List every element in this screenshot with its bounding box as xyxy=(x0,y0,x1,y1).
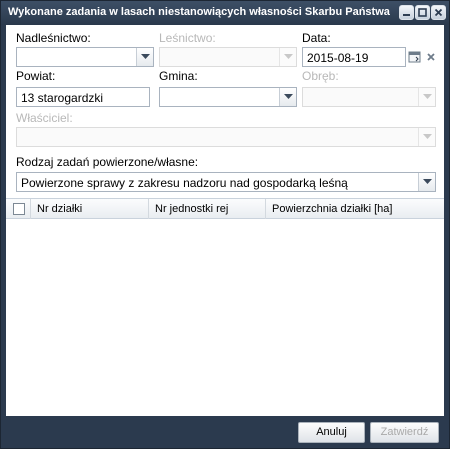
gmina-select[interactable] xyxy=(159,87,297,107)
lesnictwo-label: Leśnictwo: xyxy=(159,31,216,45)
confirm-button: Zatwierdź xyxy=(370,422,439,443)
grid-header: Nr działki Nr jednostki rej Powierzchnia… xyxy=(6,199,444,219)
plots-grid: Nr działki Nr jednostki rej Powierzchnia… xyxy=(6,198,444,416)
cancel-button[interactable]: Anuluj xyxy=(298,422,365,443)
close-icon xyxy=(434,8,443,17)
calendar-icon[interactable] xyxy=(408,50,422,64)
obreb-label: Obręb: xyxy=(302,69,339,83)
form-panel: Nadleśnictwo: Leśnictwo: Data: 2015-08-1… xyxy=(6,25,444,416)
powiat-label: Powiat: xyxy=(16,69,56,83)
wlasciciel-select xyxy=(16,127,436,147)
rodzaj-select[interactable]: Powierzone sprawy z zakresu nadzoru nad … xyxy=(16,172,436,192)
select-all-checkbox[interactable] xyxy=(13,203,25,215)
rodzaj-label: Rodzaj zadań powierzone/własne: xyxy=(16,155,199,169)
date-field[interactable]: 2015-08-19 xyxy=(302,47,406,67)
gmina-label: Gmina: xyxy=(159,69,198,83)
nadlesnictwo-select[interactable] xyxy=(16,47,154,67)
column-header-nr-dzialki[interactable]: Nr działki xyxy=(31,199,149,219)
lesnictwo-select xyxy=(159,47,297,67)
data-label: Data: xyxy=(302,31,331,45)
clear-date-icon[interactable] xyxy=(424,50,438,64)
dialog-footer: Anuluj Zatwierdź xyxy=(1,416,449,448)
chevron-down-icon xyxy=(418,128,435,146)
title-bar[interactable]: Wykonane zadania w lasach niestanowiącyc… xyxy=(1,1,449,25)
close-button[interactable] xyxy=(431,5,446,20)
chevron-down-icon xyxy=(279,48,296,66)
chevron-down-icon[interactable] xyxy=(418,173,435,191)
dialog-window: Wykonane zadania w lasach niestanowiącyc… xyxy=(0,0,450,449)
wlasciciel-label: Właściciel: xyxy=(16,111,73,125)
minimize-icon xyxy=(403,14,410,16)
select-all-column xyxy=(6,199,31,219)
chevron-down-icon[interactable] xyxy=(279,88,296,106)
nadlesnictwo-label: Nadleśnictwo: xyxy=(16,31,91,45)
window-title: Wykonane zadania w lasach niestanowiącyc… xyxy=(8,6,390,18)
column-header-powierzchnia[interactable]: Powierzchnia działki [ha] xyxy=(266,199,444,219)
maximize-button[interactable] xyxy=(415,5,430,20)
minimize-button[interactable] xyxy=(399,5,414,20)
chevron-down-icon[interactable] xyxy=(136,48,153,66)
maximize-icon xyxy=(418,8,427,17)
chevron-down-icon xyxy=(418,88,435,106)
column-header-nr-jednostki[interactable]: Nr jednostki rej xyxy=(149,199,266,219)
powiat-field[interactable]: 13 starogardzki xyxy=(16,87,150,107)
obreb-select xyxy=(302,87,436,107)
